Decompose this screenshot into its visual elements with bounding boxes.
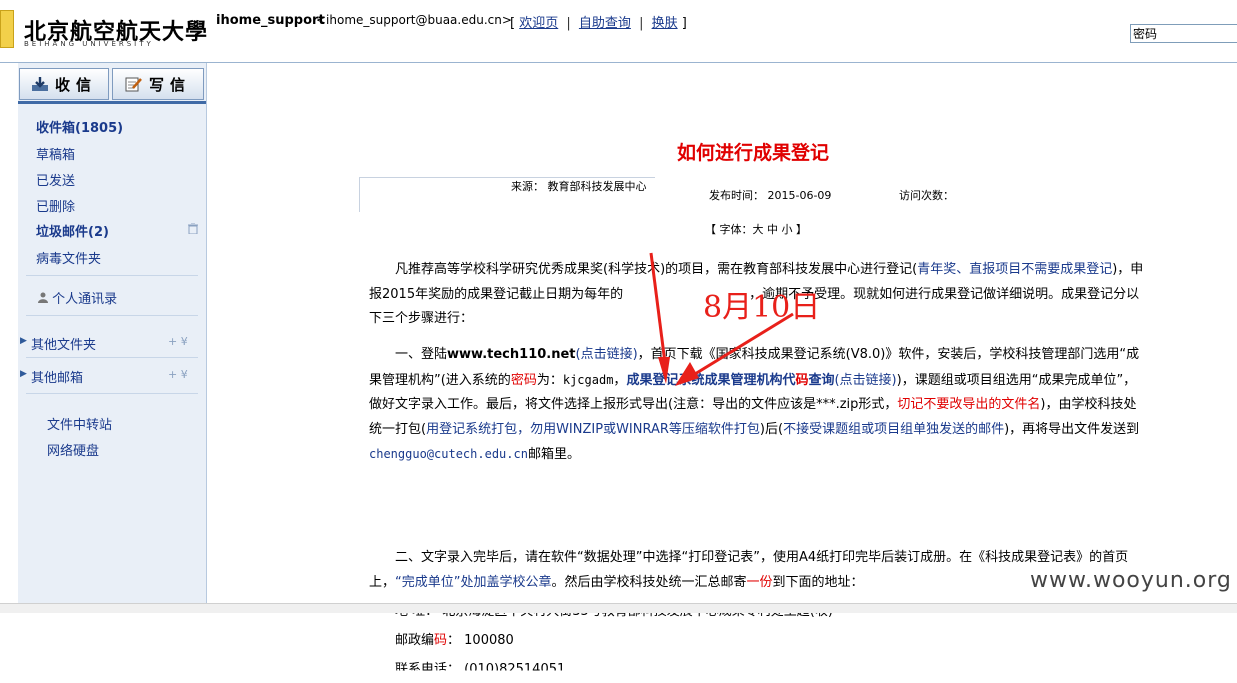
watermark: www.wooyun.org [1030, 568, 1232, 593]
folder-deleted[interactable]: 已删除 [36, 196, 75, 215]
header-bar: 北京航空航天大學 BEIHANG UNIVERSITY ihome_suppor… [0, 0, 1237, 63]
visit-count: 访问次数： [899, 189, 954, 202]
other-folders-item[interactable]: 其他文件夹 [31, 334, 96, 353]
receive-mail-button[interactable]: 收信 [19, 68, 109, 100]
publish-time: 发布时间： 2015-06-09 [709, 189, 832, 202]
user-name: ihome_support [216, 13, 325, 28]
system-password: kjcgadm [562, 372, 614, 387]
exempt-note: 青年奖、直报项目不需要成果登记 [917, 262, 1113, 277]
write-mail-label: 写信 [148, 75, 191, 94]
write-mail-button[interactable]: 写信 [112, 68, 204, 100]
header-links: [ 欢迎页 | 自助查询 | 换肤 ] [510, 12, 687, 31]
other-mailboxes-item[interactable]: 其他邮箱 [31, 367, 83, 386]
folder-spam[interactable]: 垃圾邮件(2) [36, 221, 109, 240]
sidebar-separator [26, 393, 198, 394]
net-disk-item[interactable]: 网络硬盘 [47, 440, 99, 459]
annotation-date: 8月10日 [703, 290, 821, 325]
folder-drafts[interactable]: 草稿箱 [36, 144, 75, 163]
folder-sent[interactable]: 已发送 [36, 170, 75, 189]
chengguo-email-link[interactable]: chengguo@cutech.edu.cn [369, 447, 528, 461]
sidebar-separator [26, 357, 198, 358]
article-source: 来源： 教育部科技发展中心 [511, 180, 647, 193]
user-email: <ihome_support@buaa.edu.cn> [316, 13, 512, 27]
phone-line: 联系电话： (010)82514051 [395, 662, 566, 677]
site-name: www.tech110.net [447, 347, 576, 362]
sidebar-separator [26, 315, 198, 316]
code-query-link[interactable]: (点击链接) [834, 373, 896, 388]
sidebar-separator [26, 275, 198, 276]
sidebar-divider [18, 101, 206, 104]
download-icon [31, 76, 49, 92]
receive-mail-label: 收信 [54, 75, 97, 94]
link-separator: | [639, 16, 644, 31]
bracket-open: [ [510, 16, 516, 31]
contacts-label: 个人通讯录 [52, 292, 118, 307]
zip-line: 邮政编码： 100080 [395, 633, 514, 648]
add-folder-icon[interactable]: + ¥ [168, 335, 188, 348]
bracket-close: ] [681, 16, 687, 31]
expand-triangle-icon[interactable]: ▶ [20, 369, 27, 379]
change-skin-link[interactable]: 换肤 [652, 16, 678, 31]
expand-triangle-icon[interactable]: ▶ [20, 336, 27, 346]
person-icon [38, 292, 52, 307]
mail-content: 如何进行成果登记 来源： 教育部科技发展中心 发布时间： 2015-06-09 … [207, 63, 1237, 671]
font-size-selector[interactable]: 【 字体：大 中 小 】 [705, 221, 807, 237]
university-logo-en: BEIHANG UNIVERSITY [24, 40, 154, 48]
folder-inbox[interactable]: 收件箱(1805) [36, 117, 123, 136]
contacts-item[interactable]: 个人通讯录 [38, 288, 117, 307]
collapse-tab[interactable] [0, 10, 14, 48]
file-transfer-item[interactable]: 文件中转站 [47, 414, 112, 433]
self-query-link[interactable]: 自助查询 [579, 16, 631, 31]
folder-virus[interactable]: 病毒文件夹 [36, 248, 101, 267]
add-mailbox-icon[interactable]: + ¥ [168, 368, 188, 381]
search-input[interactable] [1130, 24, 1237, 43]
link-separator: | [566, 16, 571, 31]
empty-trash-icon[interactable] [188, 222, 198, 237]
article-title: 如何进行成果登记 [677, 142, 830, 164]
welcome-link[interactable]: 欢迎页 [519, 16, 558, 31]
paragraph-step1: 一、登陆www.tech110.net(点击链接)，首页下载《国家科技成果登记系… [369, 347, 1140, 462]
sidebar: 收信 写信 收件箱(1805) 草稿箱 已发送 已删除 垃圾邮件(2) 病毒文件… [18, 63, 207, 612]
compose-icon [125, 76, 143, 92]
tech110-link[interactable]: (点击链接) [576, 347, 638, 362]
